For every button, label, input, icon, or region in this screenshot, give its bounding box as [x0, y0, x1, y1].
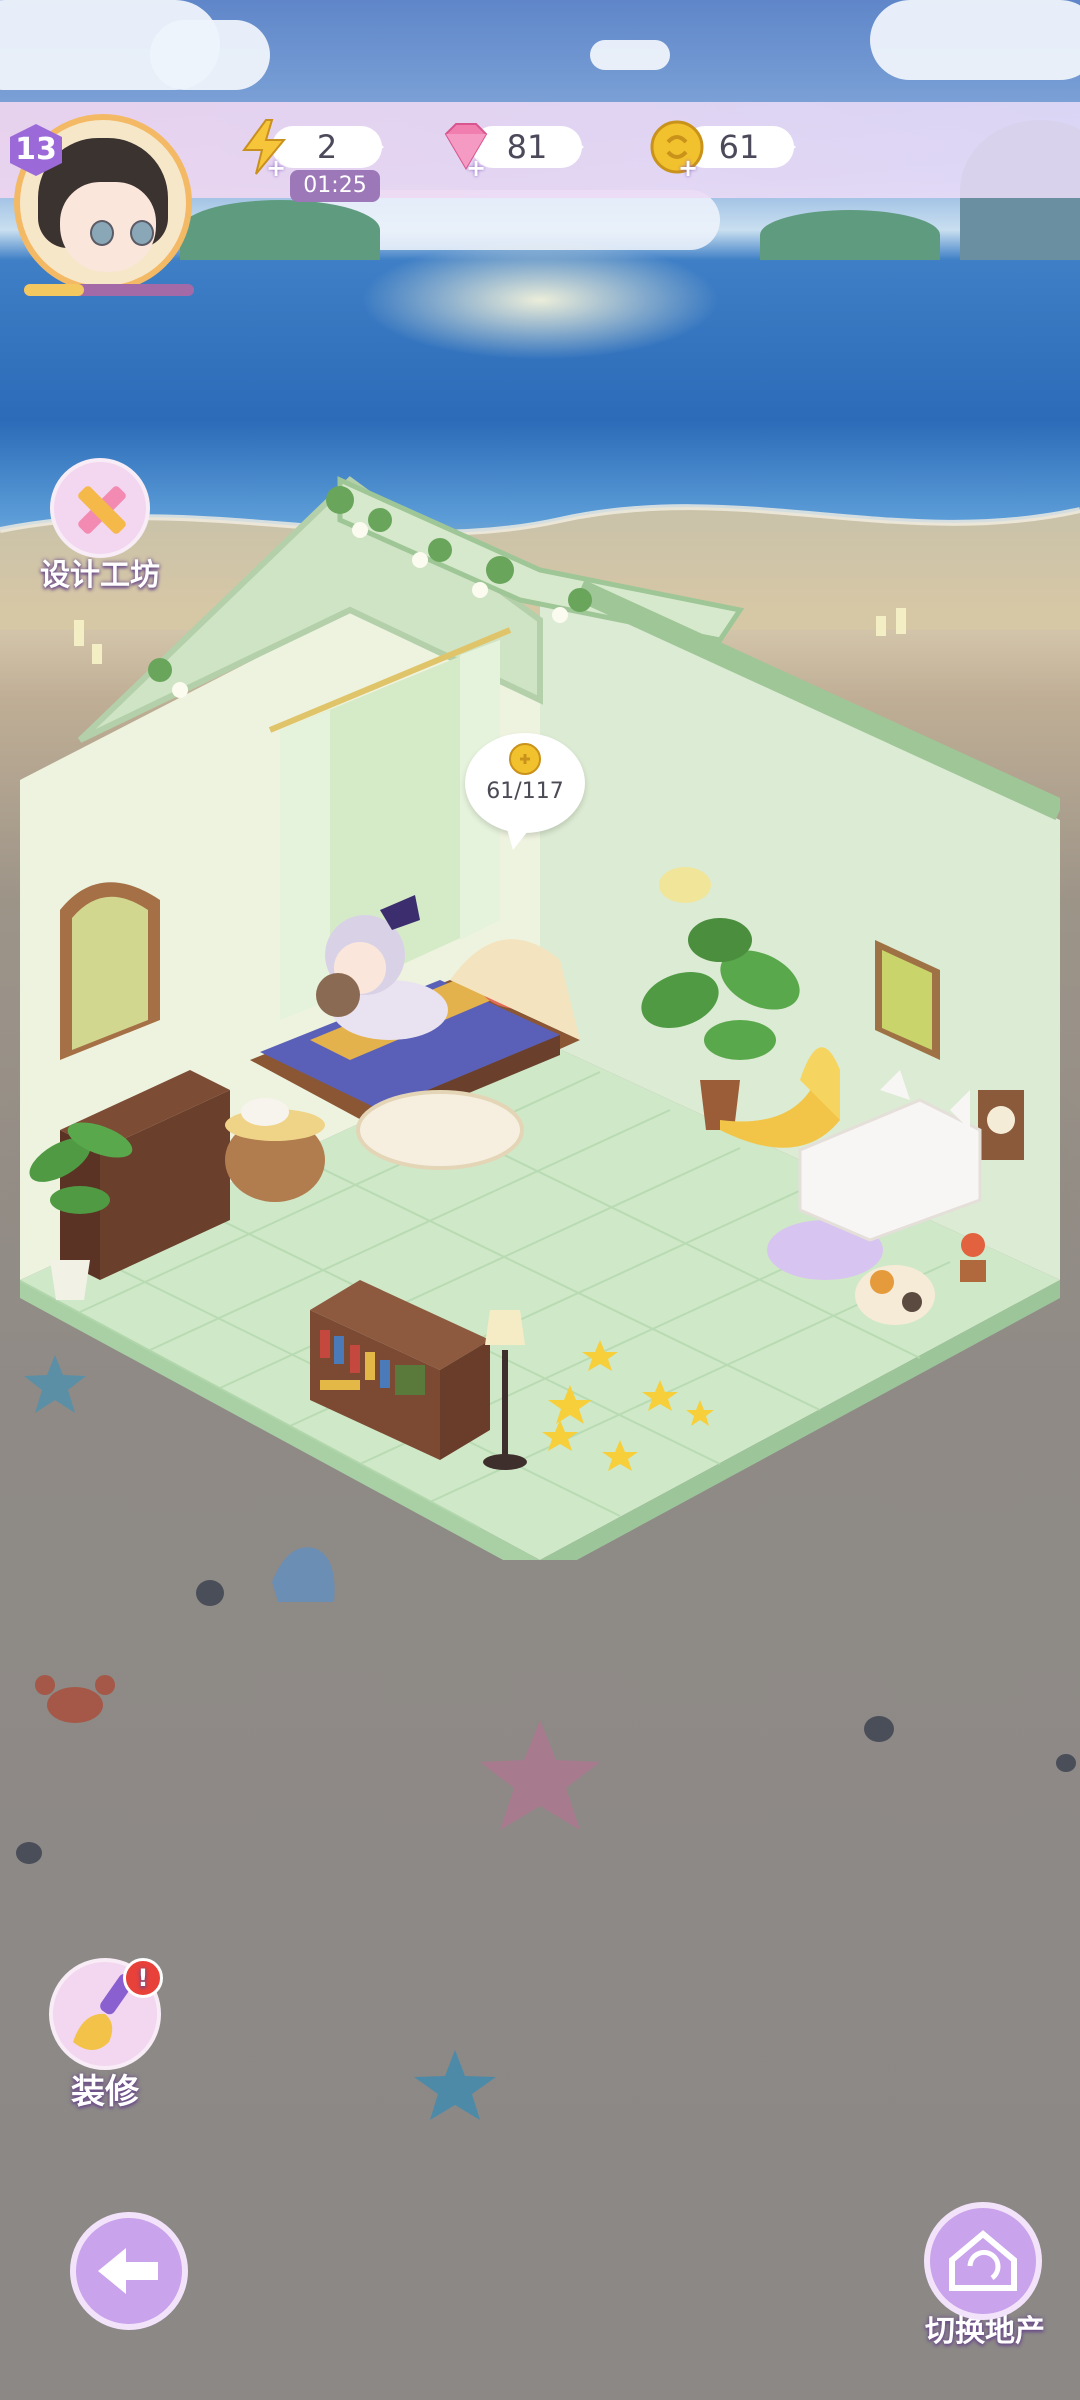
- pebble: [16, 1842, 42, 1864]
- pebble: [1056, 1754, 1076, 1772]
- starfish-icon: [24, 1355, 86, 1413]
- xp-bar: [24, 284, 194, 296]
- coin-progress-bubble[interactable]: 61/117: [465, 733, 585, 833]
- island-hill: [180, 200, 380, 260]
- design-workshop-circle[interactable]: [50, 458, 150, 558]
- gold-coin-icon: [509, 743, 541, 775]
- notification-badge: !: [123, 1958, 163, 1998]
- candle: [92, 644, 102, 664]
- switch-property-button[interactable]: 切换地产: [900, 2202, 1070, 2350]
- decorate-label: 装修: [71, 2072, 139, 2112]
- pencil-ruler-icon: [78, 486, 126, 534]
- house-switch-icon: [949, 2230, 1017, 2291]
- add-energy-icon[interactable]: +: [266, 156, 286, 180]
- gem-counter[interactable]: + 81: [436, 123, 606, 180]
- wall-lamp: [659, 867, 711, 903]
- seashell-icon: [272, 1547, 335, 1602]
- arrow-left-icon: [98, 2248, 158, 2294]
- candle: [74, 620, 84, 646]
- island-hill: [760, 210, 940, 260]
- design-workshop-button[interactable]: 设计工坊: [20, 458, 180, 594]
- back-button[interactable]: [70, 2212, 188, 2330]
- starfish-icon: [480, 1720, 600, 1830]
- starfish-icon: [414, 2050, 496, 2120]
- decorate-button[interactable]: ! 装修: [30, 1958, 180, 2113]
- pebble: [196, 1580, 224, 1606]
- switch-property-circle[interactable]: [924, 2202, 1042, 2320]
- cloud: [870, 0, 1080, 80]
- coin-counter[interactable]: + 61: [648, 120, 818, 180]
- cloud: [590, 40, 670, 70]
- crab-icon: [35, 1675, 115, 1723]
- candle: [896, 608, 906, 634]
- decorate-circle[interactable]: !: [49, 1958, 163, 2070]
- add-coins-icon[interactable]: +: [678, 156, 698, 180]
- pebble: [864, 1716, 894, 1742]
- energy-timer: 01:25: [290, 170, 380, 202]
- sea-glint: [360, 240, 720, 360]
- cat-stool[interactable]: [855, 1265, 935, 1325]
- cloud: [150, 20, 270, 90]
- energy-counter[interactable]: + 2: [236, 119, 406, 180]
- bubble-tail: [505, 822, 535, 850]
- add-gems-icon[interactable]: +: [466, 156, 486, 180]
- coin-progress-text: 61/117: [486, 779, 564, 804]
- rug[interactable]: [356, 1090, 524, 1170]
- candle: [876, 616, 886, 636]
